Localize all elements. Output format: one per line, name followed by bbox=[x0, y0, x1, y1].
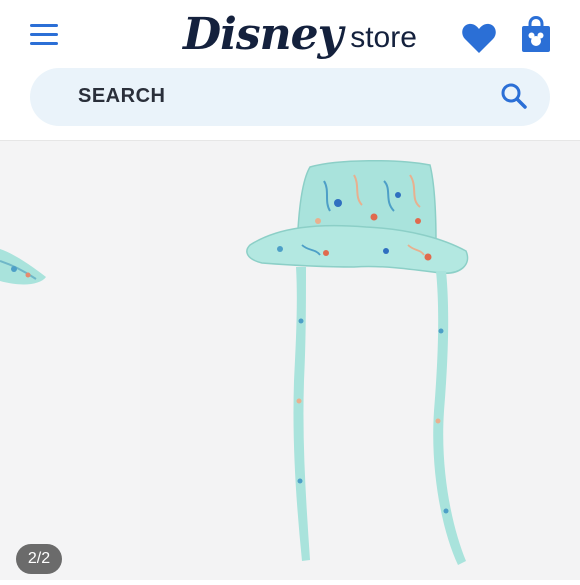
logo-disney-wordmark: Disney bbox=[183, 9, 343, 60]
product-image-gallery[interactable]: 2/2 bbox=[0, 141, 580, 580]
hamburger-menu-icon[interactable] bbox=[30, 24, 60, 46]
current-product-image[interactable] bbox=[148, 141, 580, 580]
heart-icon[interactable] bbox=[461, 22, 497, 54]
hat-brim-partial-image bbox=[0, 249, 46, 285]
search-label: SEARCH bbox=[78, 85, 166, 107]
bucket-hat-image bbox=[246, 160, 469, 565]
disney-store-logo[interactable]: Disney store bbox=[183, 0, 417, 60]
shopping-bag-icon[interactable] bbox=[520, 16, 552, 54]
search-icon[interactable] bbox=[500, 82, 528, 110]
image-counter-badge: 2/2 bbox=[16, 544, 62, 574]
previous-product-image[interactable] bbox=[0, 141, 140, 580]
logo-store-text: store bbox=[350, 21, 417, 54]
search-bar[interactable]: SEARCH bbox=[30, 68, 550, 126]
site-header: Disney store SEARCH bbox=[0, 0, 580, 141]
